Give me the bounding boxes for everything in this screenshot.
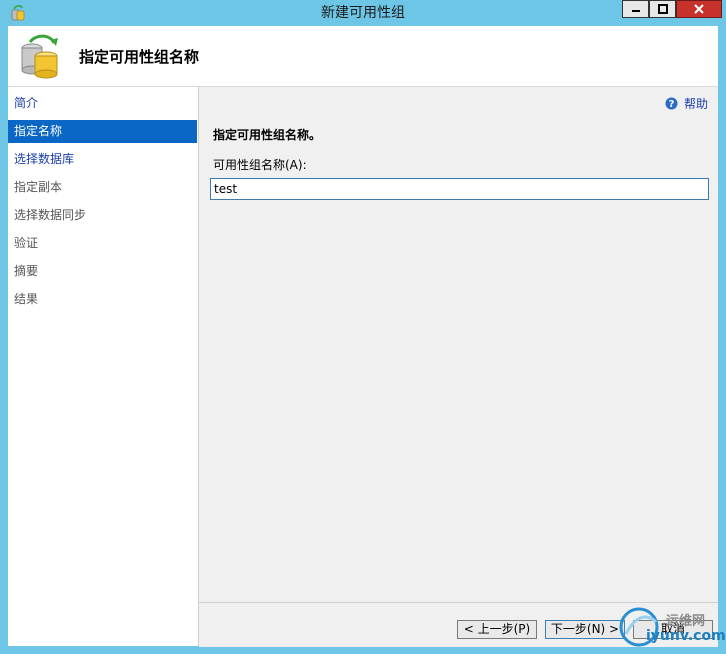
- ag-name-input[interactable]: [210, 178, 709, 200]
- nav-item-summary: 摘要: [14, 264, 39, 278]
- wizard-nav: 简介 指定名称 选择数据库 指定副本 选择数据同步 验证 摘要 结果: [8, 87, 199, 646]
- database-sync-icon: [21, 34, 58, 79]
- instruction-text: 指定可用性组名称。: [213, 128, 322, 142]
- watermark: 运维网 iyunv.com: [616, 602, 726, 654]
- close-icon: [694, 4, 704, 14]
- ag-name-label: 可用性组名称(A):: [213, 158, 307, 172]
- window-title: 新建可用性组: [321, 5, 405, 21]
- nav-item-data-sync: 选择数据同步: [14, 208, 87, 222]
- minimize-button[interactable]: [622, 0, 649, 18]
- page-title: 指定可用性组名称: [79, 48, 200, 66]
- help-link[interactable]: ? 帮助: [665, 95, 708, 112]
- nav-item-intro[interactable]: 简介: [8, 92, 197, 115]
- title-bar: 新建可用性组: [0, 0, 726, 26]
- nav-item-validation: 验证: [14, 236, 39, 250]
- previous-button[interactable]: < 上一步(P): [457, 620, 537, 639]
- maximize-button[interactable]: [649, 0, 676, 18]
- nav-item-specify-name[interactable]: 指定名称: [8, 120, 197, 143]
- next-button[interactable]: 下一步(N) >: [545, 620, 625, 639]
- wizard-content: ? 帮助 指定可用性组名称。 可用性组名称(A):: [199, 87, 718, 602]
- help-label: 帮助: [683, 97, 708, 111]
- minimize-icon: [631, 10, 640, 12]
- maximize-icon: [657, 4, 668, 14]
- close-button[interactable]: [676, 0, 722, 18]
- wizard-header: 指定可用性组名称: [8, 26, 718, 87]
- watermark-line2: iyunv.com: [646, 628, 726, 644]
- dialog-client: 指定可用性组名称 简介 指定名称 选择数据库 指定副本 选择数据同步 验证 摘要…: [8, 26, 718, 647]
- nav-item-specify-replicas: 指定副本: [14, 180, 63, 194]
- svg-text:?: ?: [669, 99, 675, 110]
- nav-item-results: 结果: [14, 292, 39, 306]
- nav-item-select-databases[interactable]: 选择数据库: [8, 148, 197, 171]
- watermark-line1: 运维网: [666, 614, 706, 629]
- help-icon: ?: [665, 97, 678, 110]
